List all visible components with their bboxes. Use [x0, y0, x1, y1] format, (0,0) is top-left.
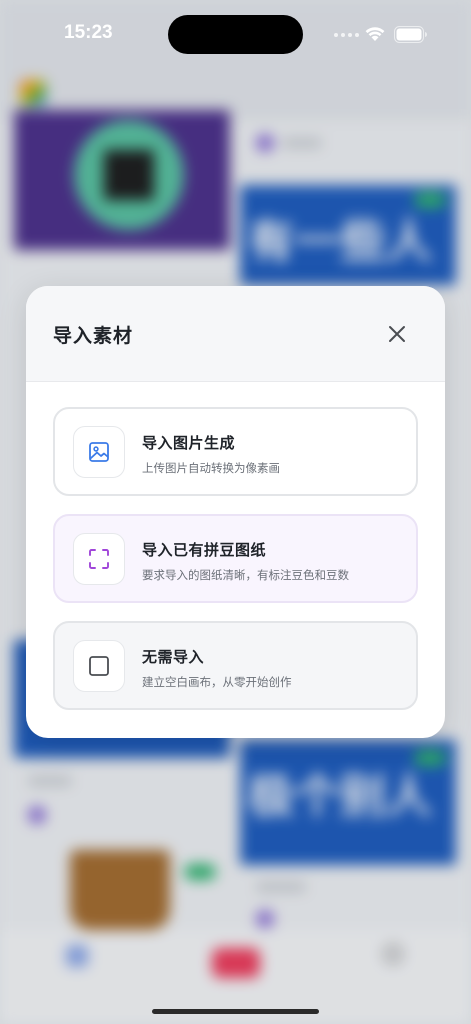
- import-material-dialog: 导入素材 导入图片生成 上传图片自动转换为像素画 导入已有拼豆图纸 要求导入的图…: [26, 286, 445, 738]
- dynamic-island: [168, 15, 303, 54]
- import-image-option[interactable]: 导入图片生成 上传图片自动转换为像素画: [53, 407, 418, 496]
- home-indicator[interactable]: [152, 1009, 319, 1014]
- status-time: 15:23: [64, 22, 113, 43]
- option-subtitle: 上传图片自动转换为像素画: [142, 461, 280, 475]
- option-icon-box: [73, 640, 125, 692]
- close-icon: [389, 326, 405, 342]
- blank-square-icon: [89, 656, 109, 676]
- battery-icon: [394, 26, 427, 43]
- scan-frame-icon: [89, 549, 109, 569]
- option-subtitle: 要求导入的图纸清晰，有标注豆色和豆数: [142, 568, 349, 582]
- cellular-signal-icon: [334, 33, 359, 37]
- import-pattern-option[interactable]: 导入已有拼豆图纸 要求导入的图纸清晰，有标注豆色和豆数: [53, 514, 418, 603]
- option-icon-box: [73, 426, 125, 478]
- dialog-header: 导入素材: [26, 286, 445, 382]
- option-title: 无需导入: [142, 648, 205, 666]
- dialog-title: 导入素材: [53, 325, 134, 347]
- option-subtitle: 建立空白画布，从零开始创作: [142, 675, 292, 689]
- wifi-icon: [365, 27, 385, 41]
- option-icon-box: [73, 533, 125, 585]
- option-title: 导入图片生成: [142, 434, 236, 452]
- option-title: 导入已有拼豆图纸: [142, 541, 267, 559]
- close-button[interactable]: [383, 320, 411, 348]
- no-import-option[interactable]: 无需导入 建立空白画布，从零开始创作: [53, 621, 418, 710]
- image-icon: [89, 442, 109, 462]
- status-bar: 15:23: [0, 0, 471, 60]
